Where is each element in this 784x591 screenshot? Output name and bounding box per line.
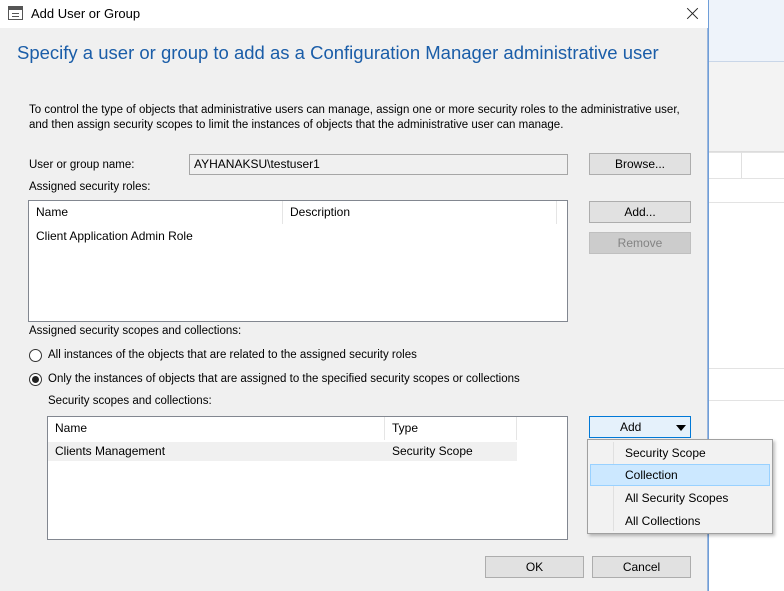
instructions-text: To control the type of objects that admi… (29, 104, 680, 131)
all-instances-radio[interactable] (29, 349, 42, 362)
table-row[interactable]: Clients Management Security Scope (48, 442, 517, 461)
only-instances-label[interactable]: Only the instances of objects that are a… (48, 373, 520, 385)
add-scope-dropdown-button[interactable]: Add (589, 416, 691, 438)
close-icon[interactable] (676, 0, 708, 28)
user-or-group-label: User or group name: (29, 159, 135, 171)
scope-type: Security Scope (392, 444, 473, 458)
column-header-name[interactable]: Name (48, 417, 385, 440)
add-scope-label: Add (620, 420, 642, 434)
remove-role-button[interactable]: Remove (589, 232, 691, 254)
browse-button[interactable]: Browse... (589, 153, 691, 175)
title-bar: Add User or Group (0, 0, 708, 28)
background-header (709, 0, 784, 62)
scopes-list-label: Security scopes and collections: (48, 395, 212, 407)
security-scopes-list-header: Name Type (48, 417, 517, 440)
window-title: Add User or Group (31, 6, 141, 21)
scope-name: Clients Management (55, 444, 166, 458)
background-toolbar (709, 62, 784, 152)
background-divider (709, 152, 784, 153)
background-divider (709, 202, 784, 203)
menu-item-all-security-scopes[interactable]: All Security Scopes (590, 487, 770, 509)
ok-button[interactable]: OK (485, 556, 584, 578)
role-name: Client Application Admin Role (36, 229, 193, 243)
security-roles-label: Assigned security roles: (29, 181, 151, 193)
security-scopes-label: Assigned security scopes and collections… (29, 325, 242, 337)
only-instances-radio[interactable] (29, 373, 42, 386)
background-divider (709, 368, 784, 369)
page-heading: Specify a user or group to add as a Conf… (17, 42, 659, 63)
menu-item-security-scope[interactable]: Security Scope (590, 442, 770, 464)
security-roles-list[interactable]: Name Description Client Application Admi… (28, 200, 568, 322)
background-divider (709, 178, 784, 179)
add-scope-menu: Security Scope Collection All Security S… (587, 439, 773, 534)
background-column-divider (741, 152, 742, 178)
menu-item-collection[interactable]: Collection (590, 464, 770, 486)
caret-down-icon (676, 425, 686, 431)
cancel-button[interactable]: Cancel (592, 556, 691, 578)
column-header-type[interactable]: Type (385, 417, 517, 440)
user-or-group-field[interactable]: AYHANAKSU\testuser1 (189, 154, 568, 175)
menu-item-all-collections[interactable]: All Collections (590, 510, 770, 532)
column-header-description[interactable]: Description (283, 201, 557, 224)
all-instances-label[interactable]: All instances of the objects that are re… (48, 349, 417, 361)
window-icon (8, 6, 23, 20)
security-scopes-list[interactable]: Name Type Clients Management Security Sc… (47, 416, 568, 540)
add-role-button[interactable]: Add... (589, 201, 691, 223)
security-roles-list-header: Name Description (29, 201, 557, 224)
table-row[interactable]: Client Application Admin Role (29, 227, 557, 246)
column-header-name[interactable]: Name (29, 201, 283, 224)
background-divider (709, 400, 784, 401)
